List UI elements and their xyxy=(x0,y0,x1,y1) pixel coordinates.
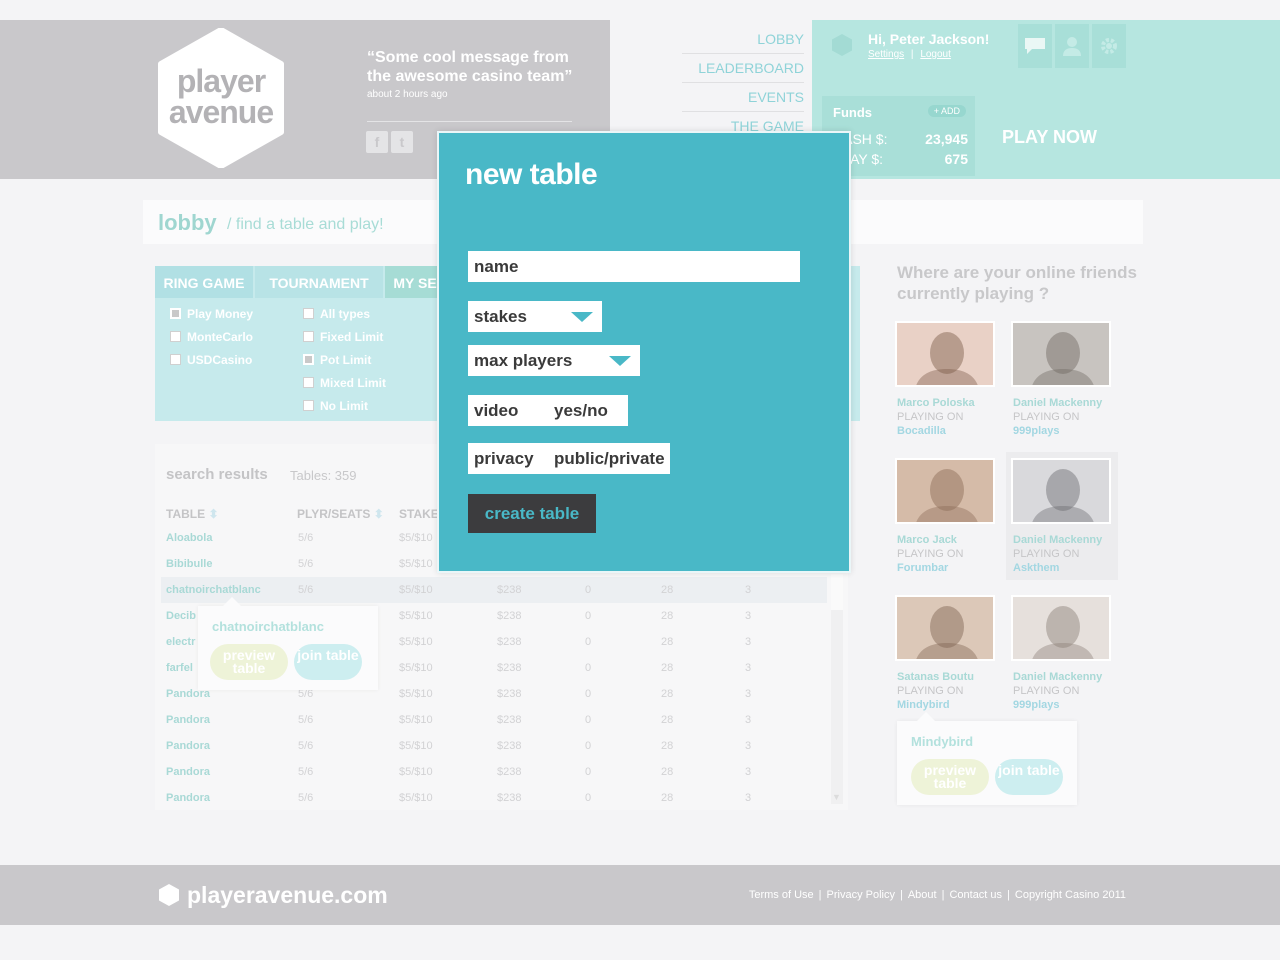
video-toggle[interactable]: video yes/no xyxy=(468,395,628,426)
name-placeholder: name xyxy=(474,257,519,276)
chevron-down-icon[interactable] xyxy=(609,356,631,366)
dialog-title: new table xyxy=(465,158,598,191)
video-label: video xyxy=(474,401,519,420)
stakes-label: stakes xyxy=(474,307,527,326)
chevron-down-icon[interactable] xyxy=(571,312,593,322)
max-players-select[interactable]: max players xyxy=(468,345,640,376)
stakes-select[interactable]: stakes xyxy=(468,301,602,332)
max-players-label: max players xyxy=(474,351,573,370)
new-table-dialog: new table name stakes max players video … xyxy=(437,131,851,573)
create-table-button[interactable]: create table xyxy=(468,494,596,533)
table-name-input[interactable]: name xyxy=(468,251,800,282)
privacy-toggle[interactable]: privacy public/private xyxy=(468,443,670,474)
privacy-label: privacy xyxy=(474,449,534,468)
privacy-value[interactable]: public/private xyxy=(554,443,665,474)
video-value[interactable]: yes/no xyxy=(554,395,608,426)
